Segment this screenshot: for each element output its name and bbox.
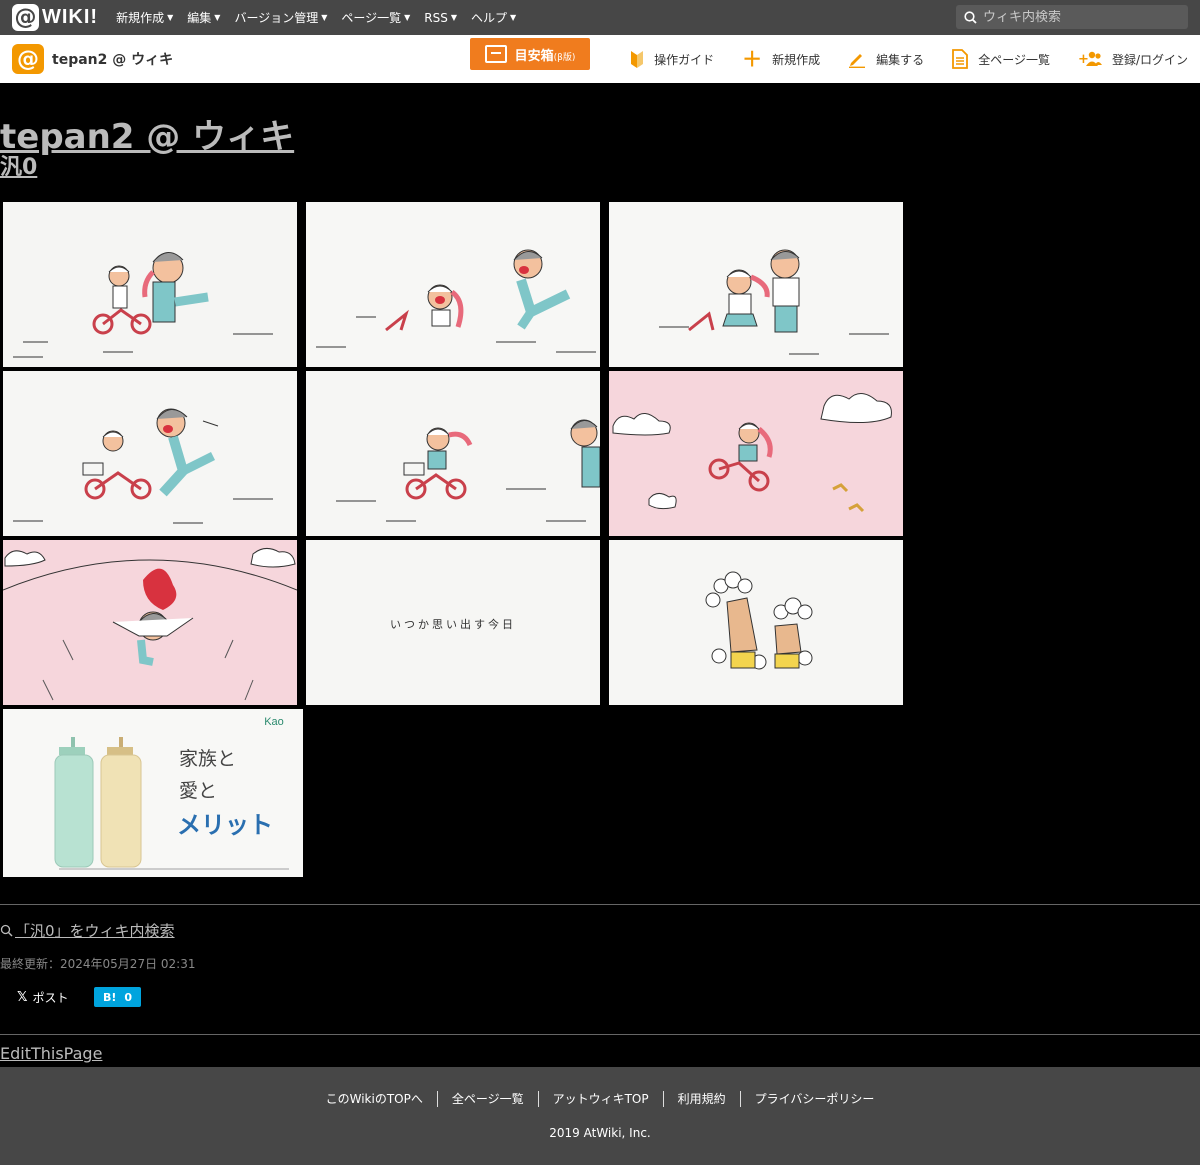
document-icon [952, 49, 969, 69]
wiki-logo-icon[interactable]: @ [12, 44, 44, 74]
menu-label: 新規作成 [116, 11, 165, 25]
girl-riding-alone-image [306, 371, 600, 536]
edit-page-button[interactable]: 編集する [848, 50, 924, 68]
copyright: 2019 AtWiki, Inc. [549, 1126, 651, 1140]
atwiki-logo[interactable]: @ WIKI! [12, 4, 98, 31]
wiki-search-link[interactable]: 「汎0」をウィキ内検索 [0, 920, 175, 941]
caret-down-icon: ▼ [450, 13, 458, 22]
caret-down-icon: ▼ [510, 13, 517, 22]
caret-down-icon: ▼ [214, 13, 221, 22]
kao-logo-text: Kao [264, 716, 284, 728]
search-link-label: 「汎0」をウィキ内検索 [15, 922, 175, 940]
edit-page-label: 編集する [876, 52, 925, 67]
ad-line-1: 家族と [179, 748, 236, 770]
x-logo-icon: 𝕏 [17, 990, 28, 1005]
new-page-button[interactable]: ＋ 新規作成 [742, 49, 820, 69]
hatena-b-icon: B! [102, 990, 117, 1004]
panel-caption-text: いつか思い出す今日 [390, 617, 516, 631]
menu-new[interactable]: 新規作成 ▼ [116, 9, 173, 26]
shampoo-ad-image: Kao 家族と 愛と メリット [3, 709, 303, 877]
girl-bicycle-father-image [3, 202, 297, 367]
menu-edit[interactable]: 編集 ▼ [187, 9, 220, 26]
illustration-panel-3 [609, 202, 903, 367]
girl-fallen-image [306, 202, 600, 367]
girl-flying-pink-image [609, 371, 903, 536]
menu-pages[interactable]: ページ一覧 ▼ [341, 9, 410, 26]
beginner-icon [631, 51, 644, 68]
caption-panel-image: いつか思い出す今日 [306, 540, 600, 705]
hatena-count: 0 [124, 990, 133, 1004]
footer-link-all-pages[interactable]: 全ページ一覧 [436, 1091, 538, 1107]
caret-down-icon: ▼ [321, 13, 328, 22]
guide-button[interactable]: 操作ガイド [630, 49, 714, 69]
kao-merit-ad[interactable]: Kao 家族と 愛と メリット [3, 709, 303, 877]
menu-label: RSS [424, 10, 448, 25]
footer-link-terms[interactable]: 利用規約 [662, 1091, 740, 1107]
login-button[interactable]: + 登録/ログイン [1078, 51, 1188, 68]
ad-line-2: 愛と [179, 780, 217, 802]
menu-rss[interactable]: RSS ▼ [424, 9, 457, 26]
menu-version[interactable]: バージョン管理 ▼ [234, 9, 327, 26]
illustration-panel-8: いつか思い出す今日 [306, 540, 600, 705]
new-page-label: 新規作成 [772, 52, 821, 67]
father-pushing-bicycle-image [3, 371, 297, 536]
global-menu: 新規作成 ▼ 編集 ▼ バージョン管理 ▼ ページ一覧 ▼ RSS ▼ ヘルプ ▼ [116, 9, 516, 26]
illustration-panel-5 [306, 371, 600, 536]
x-post-button[interactable]: 𝕏 ポスト [17, 989, 69, 1006]
illustration-panel-1 [3, 202, 297, 367]
at-logo-icon: @ [12, 4, 39, 31]
guide-label: 操作ガイド [654, 52, 715, 67]
search-input[interactable] [983, 9, 1173, 25]
wiki-header: @ tepan2 @ ウィキ 目安箱(β版) 操作ガイド ＋ 新規作成 編集する… [0, 35, 1200, 83]
pencil-icon [849, 54, 866, 68]
plus-icon: ＋ [742, 47, 763, 71]
search-icon [0, 924, 13, 937]
post-label: ポスト [32, 991, 69, 1005]
menu-label: 編集 [187, 11, 212, 25]
footer: このWikiのTOPへ 全ページ一覧 アットウィキTOP 利用規約 プライバシー… [0, 1067, 1200, 1165]
box-icon [484, 45, 507, 63]
logo-text: WIKI! [42, 6, 99, 28]
footer-link-privacy[interactable]: プライバシーポリシー [739, 1091, 889, 1107]
illustration-panel-9 [609, 540, 903, 705]
menu-label: バージョン管理 [234, 11, 319, 25]
global-header: @ WIKI! 新規作成 ▼ 編集 ▼ バージョン管理 ▼ ページ一覧 ▼ RSS ▼ ヘ… [0, 0, 1200, 35]
footer-link-wiki-top[interactable]: このWikiのTOPへ [312, 1091, 437, 1107]
page-title-link[interactable]: 汎0 [0, 149, 37, 181]
edit-this-page-link[interactable]: EditThisPage [0, 1044, 102, 1063]
divider [0, 904, 1200, 905]
wiki-search [956, 5, 1188, 29]
last-updated: 最終更新：2024年05月27日 02:31 [0, 957, 196, 971]
girl-and-father-standing-image [609, 202, 903, 367]
divider [0, 1034, 1200, 1035]
wiki-name-link[interactable]: tepan2 @ ウィキ [52, 49, 173, 69]
menu-label: ヘルプ [471, 11, 508, 25]
illustration-panel-7 [3, 540, 297, 705]
illustration-panel-6 [609, 371, 903, 536]
search-icon[interactable] [964, 10, 977, 24]
illustration-panel-4 [3, 371, 297, 536]
old-man-balloon-image [3, 540, 297, 705]
ad-line-3: メリット [177, 811, 273, 839]
suggestion-box-label: 目安箱(β版) [515, 45, 576, 64]
wiki-actions: 操作ガイド ＋ 新規作成 編集する 全ページ一覧 + 登録/ログイン [630, 35, 1188, 83]
menu-label: ページ一覧 [341, 11, 402, 25]
label: 目安箱 [514, 48, 554, 64]
footer-link-atwiki-top[interactable]: アットウィキTOP [537, 1091, 663, 1107]
login-label: 登録/ログイン [1111, 52, 1188, 67]
beta-label: (β版) [553, 52, 576, 63]
site-title-link[interactable]: tepan2 @ ウィキ [0, 109, 294, 158]
all-pages-button[interactable]: 全ページ一覧 [952, 49, 1050, 69]
menu-help[interactable]: ヘルプ ▼ [471, 9, 516, 26]
hatena-bookmark-button[interactable]: B! 0 [94, 987, 141, 1007]
bath-bubbles-image [609, 540, 903, 705]
caret-down-icon: ▼ [167, 13, 174, 22]
footer-links: このWikiのTOPへ 全ページ一覧 アットウィキTOP 利用規約 プライバシー… [0, 1091, 1200, 1107]
add-user-icon: + [1078, 51, 1102, 67]
caret-down-icon: ▼ [404, 13, 411, 22]
all-pages-label: 全ページ一覧 [978, 52, 1050, 67]
suggestion-box-button[interactable]: 目安箱(β版) [470, 38, 590, 70]
illustration-panel-2 [306, 202, 600, 367]
